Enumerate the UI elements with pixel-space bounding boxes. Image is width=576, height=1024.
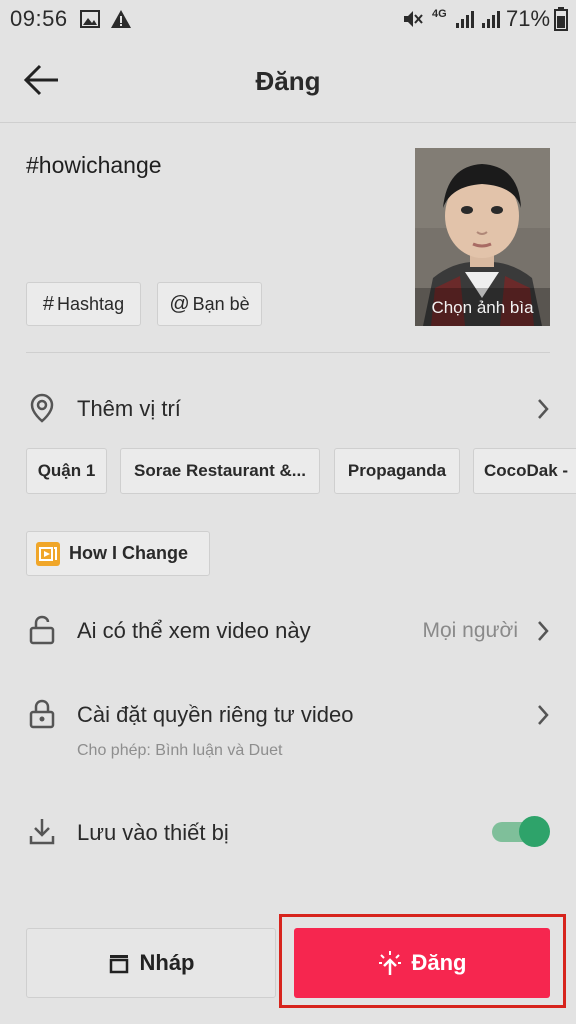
hash-icon: # xyxy=(42,292,55,315)
privacy-settings-label: Cài đặt quyền riêng tư video xyxy=(77,702,354,727)
location-suggestion[interactable]: Propaganda xyxy=(334,448,460,494)
who-can-view-label: Ai có thể xem video này xyxy=(77,618,311,643)
effect-chip[interactable]: How I Change xyxy=(26,531,210,576)
at-icon: @ xyxy=(169,292,190,315)
cover-thumbnail[interactable]: Chọn ảnh bìa xyxy=(415,148,550,326)
divider xyxy=(26,352,550,353)
friends-chip-label: Bạn bè xyxy=(192,293,250,314)
download-icon xyxy=(26,816,58,848)
toggle-knob xyxy=(519,816,550,847)
mention-friends-chip[interactable]: @ Bạn bè xyxy=(157,282,262,326)
post-button[interactable]: Đăng xyxy=(294,928,550,998)
location-suggestion[interactable]: Quận 1 xyxy=(26,448,107,494)
location-pin-icon xyxy=(30,393,54,423)
effect-chip-label: How I Change xyxy=(69,543,189,563)
post-button-label: Đăng xyxy=(411,950,467,975)
warning-icon xyxy=(111,10,131,28)
page-title: Đăng xyxy=(255,66,321,96)
draft-button-label: Nháp xyxy=(139,950,195,975)
draft-icon xyxy=(109,955,128,974)
image-icon xyxy=(80,10,100,28)
cover-label: Chọn ảnh bìa xyxy=(431,298,534,317)
save-to-device-toggle[interactable] xyxy=(492,816,550,847)
who-can-view-value: Mọi người xyxy=(422,619,518,642)
chevron-right-icon xyxy=(538,399,549,419)
chevron-right-icon xyxy=(538,705,549,725)
header: Đăng xyxy=(0,40,576,123)
status-time: 09:56 xyxy=(10,6,68,31)
save-to-device-label: Lưu vào thiết bị xyxy=(77,820,229,845)
draft-button[interactable]: Nháp xyxy=(26,928,276,998)
signal-icon-2 xyxy=(482,11,500,28)
location-suggestion[interactable]: CocoDak - xyxy=(473,448,576,494)
add-location-row[interactable]: Thêm vị trí xyxy=(0,380,576,436)
hashtag-chip[interactable]: # Hashtag xyxy=(26,282,141,326)
signal-icon xyxy=(456,11,474,28)
caption-text[interactable]: #howichange xyxy=(26,152,162,179)
status-bar: 09:56 4G 71% xyxy=(0,0,576,40)
privacy-settings-subtitle: Cho phép: Bình luận và Duet xyxy=(77,742,283,759)
mute-icon xyxy=(404,11,423,27)
battery-icon xyxy=(554,7,568,31)
location-suggestion[interactable]: Sorae Restaurant &... xyxy=(120,448,320,494)
hashtag-chip-label: Hashtag xyxy=(57,293,125,314)
who-can-view-row[interactable]: Ai có thể xem video này Mọi người xyxy=(0,602,576,658)
chevron-right-icon xyxy=(538,621,549,641)
add-location-label: Thêm vị trí xyxy=(77,396,181,421)
battery-percent: 71% xyxy=(506,6,551,31)
network-type: 4G xyxy=(432,8,447,20)
effect-icon xyxy=(36,541,60,566)
lock-icon xyxy=(29,699,55,729)
unlock-icon xyxy=(29,615,55,645)
post-sparkle-icon xyxy=(378,951,401,975)
